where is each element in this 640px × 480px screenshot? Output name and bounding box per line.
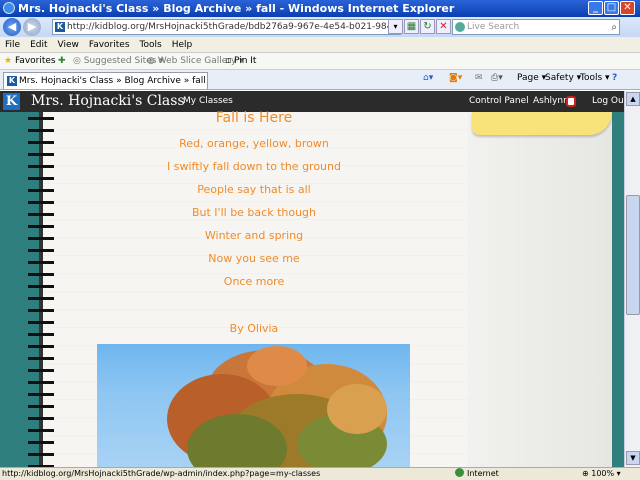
poem-line: Red, orange, yellow, brown	[179, 137, 329, 150]
site-header: K Mrs. Hojnacki's Class My Classes Contr…	[0, 91, 630, 112]
status-bar: http://kidblog.org/MrsHojnacki5thGrade/w…	[0, 467, 640, 480]
menu-favorites[interactable]: Favorites	[84, 37, 135, 53]
menu-bar: File Edit View Favorites Tools Help	[0, 37, 640, 53]
my-classes-link[interactable]: My Classes	[183, 96, 233, 106]
ie-logo-icon	[3, 2, 15, 14]
address-field[interactable]: K http://kidblog.org/MrsHojnacki5thGrade…	[52, 19, 401, 35]
suggested-sites-icon: ◎	[73, 56, 81, 66]
favorites-bar: ★ Favorites ✚ ◎ Suggested Sites ▾ ◍ Web …	[0, 53, 640, 70]
tools-menu[interactable]: Tools ▾	[580, 73, 610, 83]
kidblog-logo-icon[interactable]: K	[3, 93, 20, 110]
star-icon: ★	[4, 56, 13, 66]
post-title[interactable]: Fall is Here	[40, 110, 468, 126]
compatibility-view-icon[interactable]: ▦	[404, 19, 419, 34]
security-zone[interactable]: Internet	[455, 468, 499, 480]
safety-menu[interactable]: Safety ▾	[545, 73, 581, 83]
search-magnifier-icon[interactable]: ⌕	[611, 21, 617, 35]
site-title[interactable]: Mrs. Hojnacki's Class	[31, 93, 185, 110]
zoom-icon: ⊕	[582, 469, 589, 478]
poem-line: People say that is all	[197, 183, 311, 196]
poem-line: I swiftly fall down to the ground	[167, 160, 341, 173]
poem-line: Now you see me	[208, 252, 300, 265]
page-menu[interactable]: Page ▾	[517, 73, 546, 83]
paper-right-panel	[468, 112, 612, 467]
maximize-button[interactable]: □	[604, 1, 619, 15]
pin-it-link[interactable]: ▫ Pin It	[225, 53, 256, 70]
avatar[interactable]	[566, 96, 576, 107]
scroll-down-button[interactable]: ▼	[626, 451, 640, 465]
home-icon[interactable]: ⌂▾	[423, 73, 433, 83]
window-title-bar: Mrs. Hojnacki's Class » Blog Archive » f…	[0, 0, 640, 17]
mail-icon[interactable]: ✉	[475, 73, 483, 83]
autumn-tree-photo	[97, 344, 410, 467]
menu-view[interactable]: View	[53, 37, 84, 53]
help-icon[interactable]: ?	[612, 73, 617, 83]
log-out-link[interactable]: Log Out	[592, 96, 627, 106]
address-row: ◀ ▶ K http://kidblog.org/MrsHojnacki5thG…	[0, 17, 640, 37]
close-window-button[interactable]: ✕	[620, 1, 635, 15]
tab-favicon-icon: K	[7, 76, 17, 86]
stop-icon[interactable]: ✕	[436, 19, 451, 34]
page-icon: ▫	[225, 56, 232, 66]
search-placeholder: Live Search	[467, 22, 520, 32]
minimize-button[interactable]: _	[588, 1, 603, 15]
scroll-thumb[interactable]	[626, 195, 640, 315]
address-url: http://kidblog.org/MrsHojnacki5thGrade/b…	[67, 22, 400, 32]
scroll-up-button[interactable]: ▲	[626, 92, 640, 106]
refresh-icon[interactable]: ↻	[420, 19, 435, 34]
menu-file[interactable]: File	[0, 37, 25, 53]
vertical-scrollbar[interactable]: ▲ ▼	[624, 91, 640, 467]
user-name-link[interactable]: Ashlynn	[533, 96, 569, 106]
search-field[interactable]: Live Search ⌕	[452, 19, 620, 35]
poem-line: Winter and spring	[204, 229, 304, 242]
kidblog-favicon-icon: K	[55, 22, 65, 32]
post-byline: By Olivia	[229, 322, 279, 335]
live-search-icon	[455, 22, 465, 32]
window-title: Mrs. Hojnacki's Class » Blog Archive » f…	[18, 2, 455, 15]
favorites-button[interactable]: ★ Favorites	[4, 53, 56, 70]
poem-line: But I'll be back though	[191, 206, 317, 219]
feeds-icon[interactable]: ◙▾	[449, 73, 462, 83]
menu-help[interactable]: Help	[167, 37, 198, 53]
menu-edit[interactable]: Edit	[25, 37, 52, 53]
back-button[interactable]: ◀	[3, 18, 21, 36]
forward-button[interactable]: ▶	[23, 18, 41, 36]
sticky-note	[472, 112, 612, 135]
poem-line: Once more	[223, 275, 285, 288]
control-panel-link[interactable]: Control Panel	[469, 96, 529, 106]
status-url: http://kidblog.org/MrsHojnacki5thGrade/w…	[2, 469, 321, 478]
add-favorite-icon[interactable]: ✚	[58, 53, 66, 70]
address-dropdown-icon[interactable]: ▾	[388, 19, 403, 34]
web-slice-icon: ◍	[147, 56, 155, 66]
zoom-level[interactable]: ⊕ 100% ▾	[582, 468, 621, 480]
tab-label: Mrs. Hojnacki's Class » Blog Archive » f…	[19, 76, 206, 86]
tab-active[interactable]: K Mrs. Hojnacki's Class » Blog Archive »…	[3, 72, 208, 89]
menu-tools[interactable]: Tools	[135, 37, 167, 53]
globe-icon	[455, 468, 464, 477]
print-icon[interactable]: ⎙▾	[491, 73, 503, 83]
